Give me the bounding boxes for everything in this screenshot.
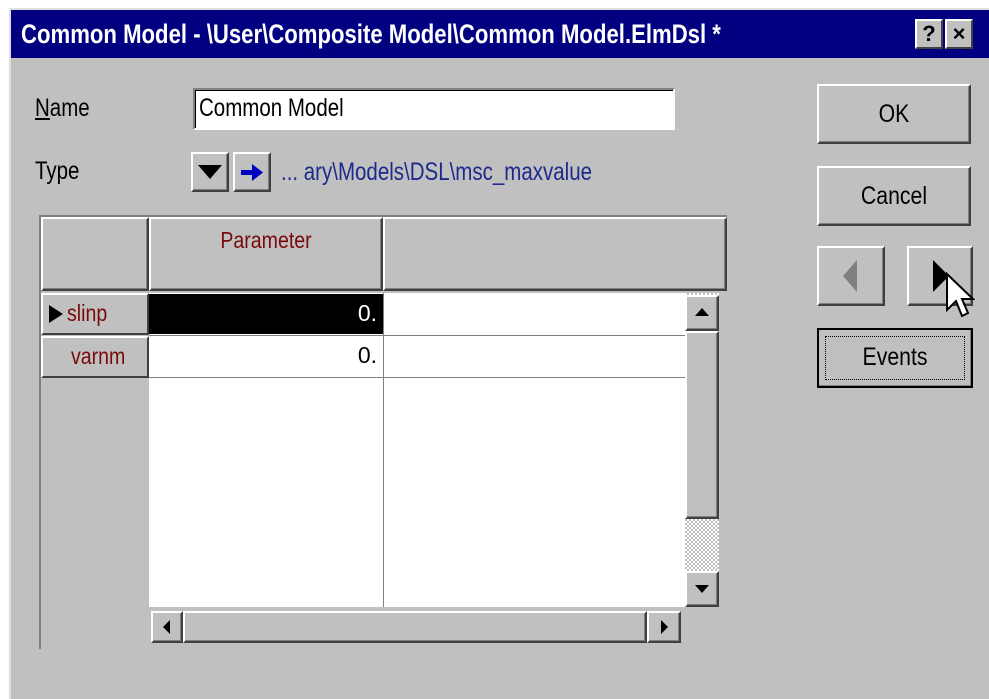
ok-button[interactable]: OK bbox=[817, 84, 971, 144]
type-path-link[interactable]: ... ary\Models\DSL\msc_maxvalue bbox=[281, 158, 592, 187]
title-bar[interactable]: Common Model - \User\Composite Model\Com… bbox=[11, 10, 989, 58]
cancel-label: Cancel bbox=[860, 182, 928, 210]
chevron-right-icon bbox=[661, 620, 668, 634]
triangle-left-icon bbox=[843, 260, 857, 292]
parameter-header-label: Parameter bbox=[220, 227, 312, 253]
row-header-varnm[interactable]: varnm bbox=[41, 336, 149, 378]
row-name: varnm bbox=[71, 343, 126, 369]
scroll-right-button[interactable] bbox=[647, 611, 681, 643]
ok-label: OK bbox=[878, 100, 910, 128]
mouse-cursor-icon bbox=[946, 272, 975, 318]
type-dropdown-button[interactable] bbox=[191, 152, 229, 192]
grid-corner-header bbox=[41, 217, 149, 291]
previous-button[interactable] bbox=[817, 246, 885, 306]
events-button[interactable]: Events bbox=[817, 328, 973, 388]
chevron-left-icon bbox=[163, 620, 170, 634]
current-row-icon bbox=[49, 305, 63, 323]
vertical-scroll-thumb[interactable] bbox=[685, 331, 719, 519]
value-cell-slinp[interactable]: 0. bbox=[149, 294, 383, 334]
chevron-down-icon bbox=[695, 585, 709, 593]
parameter-grid: Parameter slinp varnm 0. 0. bbox=[39, 215, 727, 649]
value-cell-varnm[interactable]: 0. bbox=[149, 336, 383, 377]
parameter-column-header[interactable]: Parameter bbox=[149, 217, 383, 291]
empty-column-header bbox=[383, 217, 727, 291]
column-divider bbox=[383, 293, 384, 607]
close-button[interactable]: × bbox=[945, 19, 973, 49]
scroll-left-button[interactable] bbox=[151, 611, 183, 643]
horizontal-scroll-thumb[interactable] bbox=[183, 611, 647, 643]
arrow-right-icon bbox=[241, 164, 263, 181]
events-label: Events bbox=[862, 343, 928, 371]
help-button[interactable]: ? bbox=[915, 19, 943, 49]
row-name: slinp bbox=[67, 300, 108, 326]
row-header-slinp[interactable]: slinp bbox=[41, 293, 149, 335]
name-label: Name bbox=[35, 94, 90, 122]
chevron-up-icon bbox=[695, 308, 709, 316]
row-divider bbox=[149, 377, 685, 378]
scroll-up-button[interactable] bbox=[685, 295, 719, 331]
dialog-window: Common Model - \User\Composite Model\Com… bbox=[9, 8, 989, 699]
chevron-down-icon bbox=[198, 165, 222, 179]
scroll-down-button[interactable] bbox=[685, 571, 719, 607]
name-input[interactable]: Common Model bbox=[193, 88, 675, 130]
cancel-button[interactable]: Cancel bbox=[817, 166, 971, 226]
window-title: Common Model - \User\Composite Model\Com… bbox=[21, 19, 721, 49]
type-goto-button[interactable] bbox=[233, 152, 271, 192]
type-label: Type bbox=[35, 157, 80, 185]
